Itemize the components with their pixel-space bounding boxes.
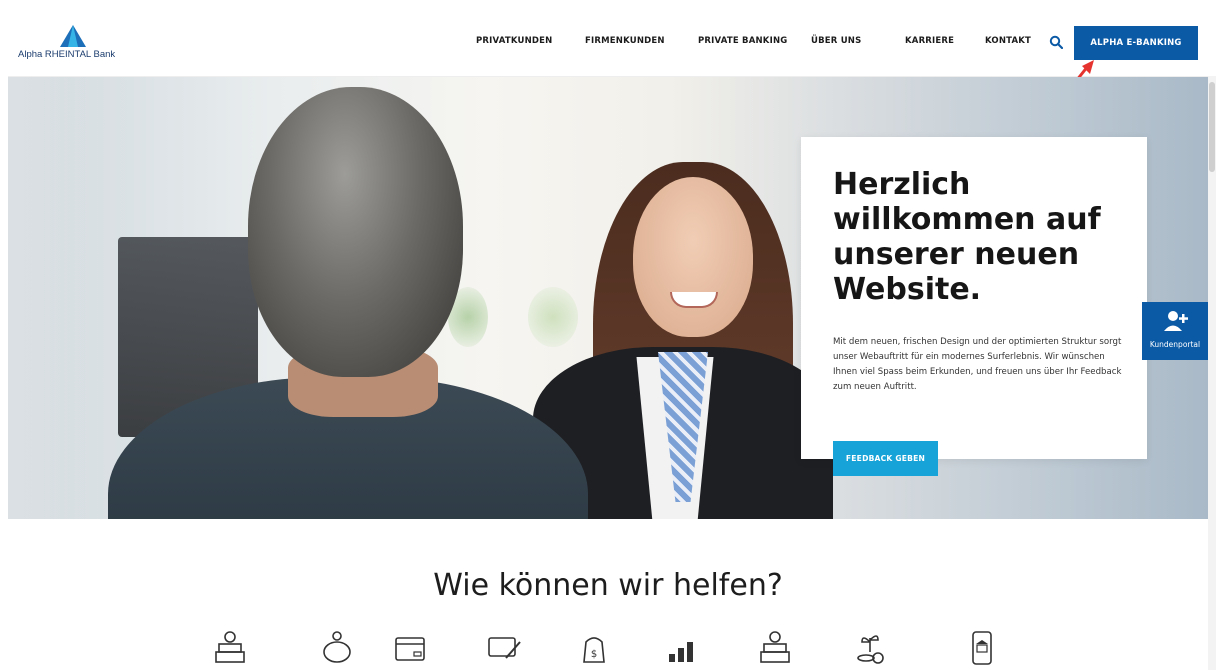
- hero-banner: Herzlich willkommen auf unserer neuen We…: [8, 77, 1208, 519]
- nav-item-kontakt[interactable]: KONTAKT: [985, 36, 1031, 46]
- kundenportal-label: Kundenportal: [1149, 340, 1201, 349]
- main-nav: PRIVATKUNDEN FIRMENKUNDEN PRIVATE BANKIN…: [8, 36, 1208, 50]
- nav-item-firmenkunden[interactable]: FIRMENKUNDEN: [585, 36, 665, 46]
- search-icon[interactable]: [1049, 34, 1064, 50]
- plant-coins-icon[interactable]: [850, 628, 890, 668]
- svg-text:$: $: [591, 649, 597, 660]
- money-bag-icon[interactable]: $: [574, 628, 614, 668]
- piggy-bank-icon[interactable]: [317, 628, 357, 668]
- payment-icon[interactable]: [484, 628, 524, 668]
- nav-item-karriere[interactable]: KARRIERE: [905, 36, 954, 46]
- money-stack-icon[interactable]: [755, 628, 795, 668]
- kundenportal-button[interactable]: Kundenportal: [1142, 302, 1208, 360]
- money-stack-icon[interactable]: [210, 628, 250, 668]
- nav-item-privatkunden[interactable]: PRIVATKUNDEN: [476, 36, 553, 46]
- welcome-card: Herzlich willkommen auf unserer neuen We…: [801, 137, 1147, 459]
- feedback-button[interactable]: FEEDBACK GEBEN: [833, 441, 938, 476]
- ebanking-button[interactable]: ALPHA E-BANKING: [1074, 26, 1198, 60]
- card-icon[interactable]: [390, 628, 430, 668]
- help-section-title: Wie können wir helfen?: [433, 568, 783, 603]
- add-user-icon: [1164, 311, 1188, 331]
- logo-text: Alpha RHEINTAL Bank: [18, 49, 116, 60]
- service-icons-row: $: [0, 628, 1216, 670]
- hero-text: Mit dem neuen, frischen Design und der o…: [833, 337, 1122, 392]
- mobile-bank-icon[interactable]: [962, 628, 1002, 668]
- nav-item-ueber-uns[interactable]: ÜBER UNS: [811, 36, 861, 46]
- nav-item-private-banking[interactable]: PRIVATE BANKING: [698, 36, 787, 46]
- site-header: Alpha RHEINTAL Bank PRIVATKUNDEN FIRMENK…: [8, 10, 1208, 126]
- growth-chart-icon[interactable]: [661, 628, 701, 668]
- scrollbar-thumb[interactable]: [1209, 82, 1215, 172]
- hero-title: Herzlich willkommen auf unserer neuen We…: [833, 167, 1101, 307]
